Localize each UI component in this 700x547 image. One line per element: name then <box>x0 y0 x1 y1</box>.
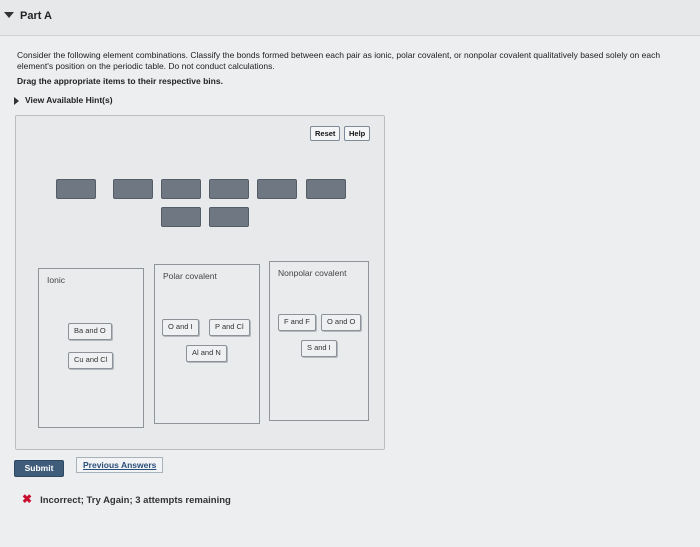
empty-item-slot <box>161 207 201 227</box>
item-chip[interactable]: O and I <box>162 319 199 336</box>
hints-label: View Available Hint(s) <box>25 95 113 105</box>
item-chip[interactable]: F and F <box>278 314 316 331</box>
empty-item-slot <box>161 179 201 199</box>
question-text: Consider the following element combinati… <box>17 50 661 71</box>
item-chip[interactable]: S and I <box>301 340 337 357</box>
item-chip[interactable]: P and Cl <box>209 319 250 336</box>
collapse-caret-icon[interactable] <box>4 12 14 18</box>
item-chip[interactable]: Al and N <box>186 345 227 362</box>
empty-item-slot <box>56 179 96 199</box>
empty-item-slot <box>306 179 346 199</box>
drag-drop-panel: Reset Help Ionic Ba and O Cu and Cl Pola… <box>15 115 385 450</box>
view-hints-link[interactable]: View Available Hint(s) <box>14 95 113 105</box>
previous-answers-button[interactable]: Previous Answers <box>76 457 164 473</box>
item-chip[interactable]: O and O <box>321 314 362 331</box>
bin-label: Polar covalent <box>163 271 217 281</box>
reset-button[interactable]: Reset <box>310 126 341 141</box>
empty-item-slot <box>209 207 249 227</box>
empty-item-slot <box>257 179 297 199</box>
bin-nonpolar-covalent[interactable]: Nonpolar covalent F and F O and O S and … <box>269 261 369 421</box>
help-button[interactable]: Help <box>344 126 371 141</box>
x-icon: ✖ <box>22 492 33 506</box>
feedback-text: Incorrect; Try Again; 3 attempts remaini… <box>40 495 231 506</box>
bin-ionic[interactable]: Ionic Ba and O Cu and Cl <box>38 268 144 428</box>
feedback-message: ✖ Incorrect; Try Again; 3 attempts remain… <box>22 492 231 506</box>
bin-polar-covalent[interactable]: Polar covalent O and I P and Cl Al and N <box>154 264 260 424</box>
empty-item-slot <box>209 179 249 199</box>
part-title: Part A <box>20 10 52 22</box>
part-header[interactable]: Part A <box>0 0 700 36</box>
empty-item-slot <box>113 179 153 199</box>
item-chip[interactable]: Cu and Cl <box>68 352 114 369</box>
submit-button[interactable]: Submit <box>14 460 64 477</box>
bin-label: Nonpolar covalent <box>278 268 347 278</box>
bin-label: Ionic <box>47 275 65 285</box>
instruction-text: Drag the appropriate items to their resp… <box>17 76 223 86</box>
expand-triangle-icon <box>14 96 19 105</box>
item-chip[interactable]: Ba and O <box>68 323 112 340</box>
